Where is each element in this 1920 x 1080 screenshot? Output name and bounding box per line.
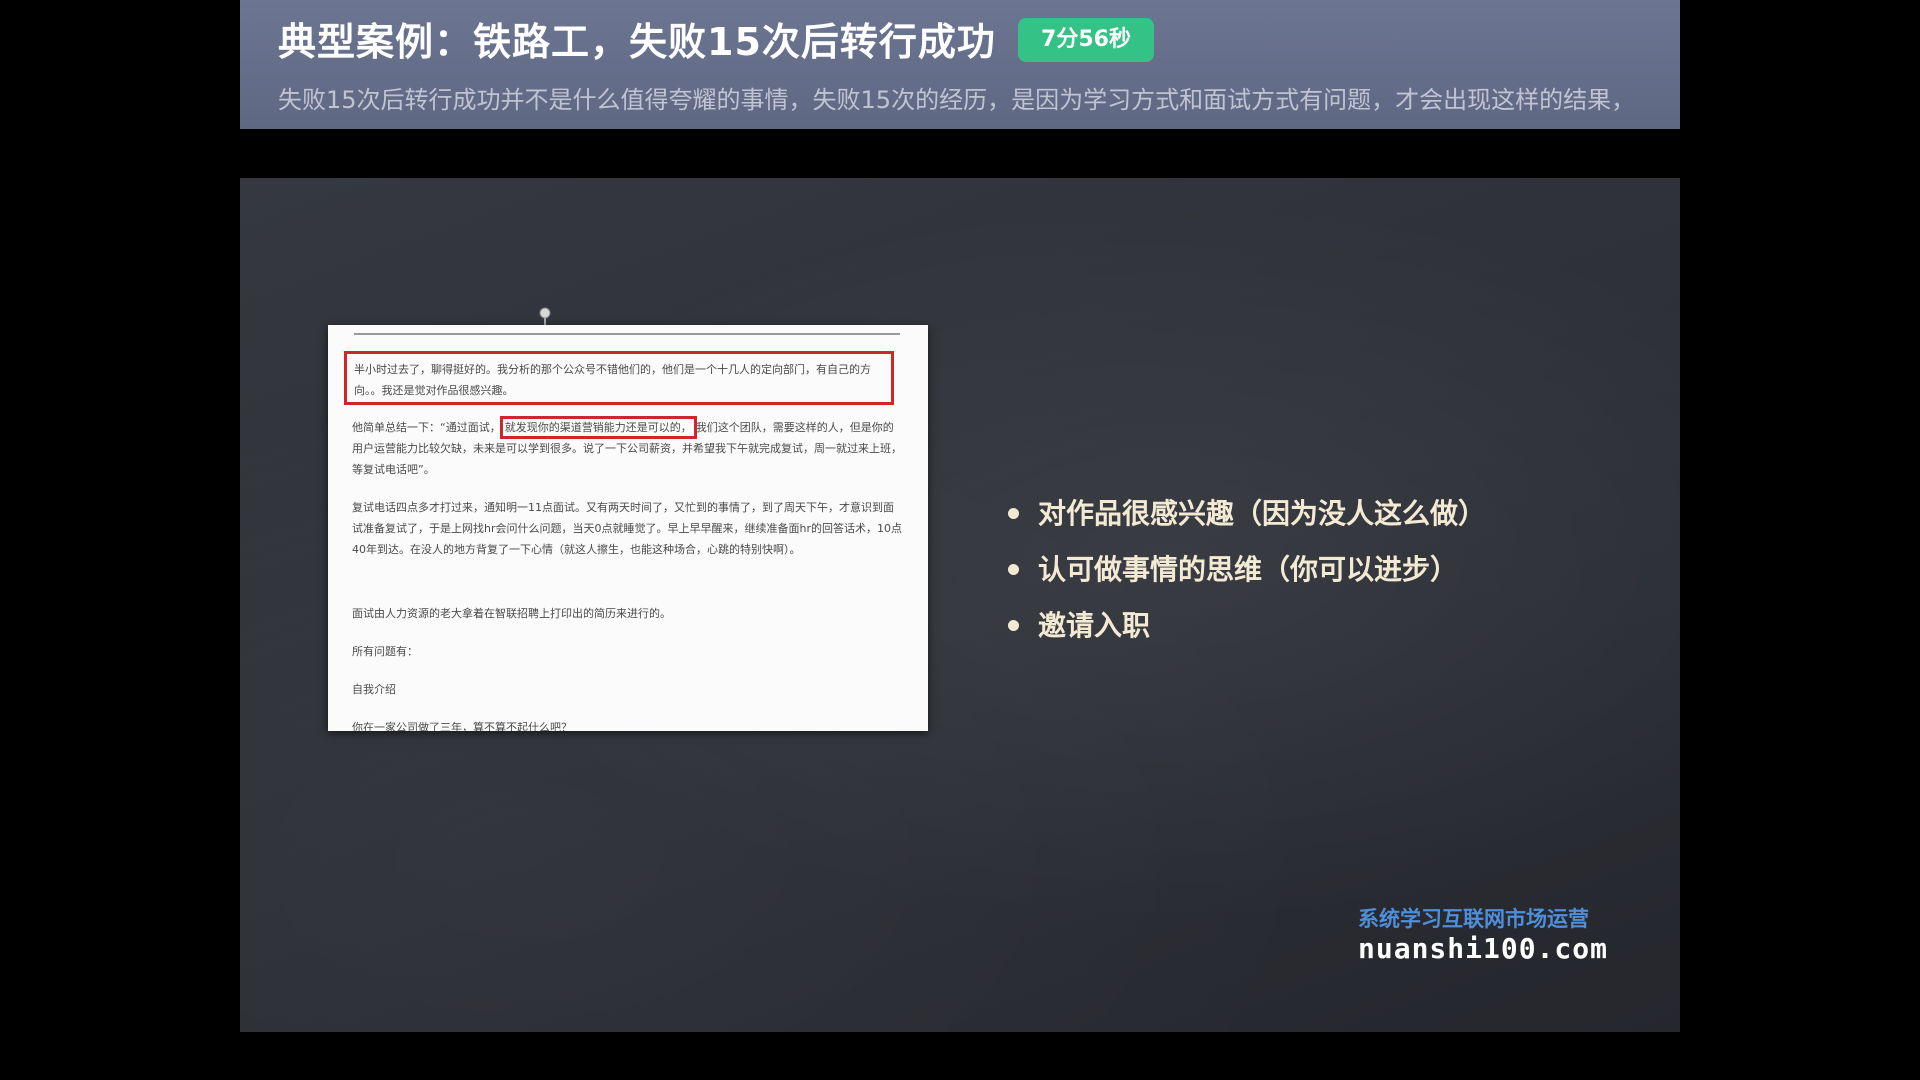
article-paragraph: 你在一家公司做了三年，算不算不起什么吧？	[352, 721, 572, 731]
bullet-text: 认可做事情的思维（你可以进步）	[1038, 553, 1459, 586]
article-paragraph: 面试由人力资源的老大拿着在智联招聘上打印出的简历来进行的。	[352, 607, 671, 620]
article-screenshot: 半小时过去了，聊得挺好的。我分析的那个公众号不错他们的，他们是一个十几人的定向部…	[328, 325, 928, 731]
bullet-item: 邀请入职	[1008, 598, 1486, 654]
bullet-dot-icon	[1008, 564, 1019, 575]
bullet-text: 邀请入职	[1038, 609, 1151, 642]
article-paragraph: 自我介绍	[352, 683, 396, 696]
video-title: 典型案例：铁路工，失败15次后转行成功	[278, 20, 996, 64]
watermark-url: nuanshi100.com	[1358, 932, 1609, 965]
duration-badge: 7分56秒	[1018, 18, 1154, 62]
bullet-dot-icon	[1008, 620, 1019, 631]
watermark-slogan: 系统学习互联网市场运营	[1358, 907, 1589, 931]
bullet-item: 认可做事情的思维（你可以进步）	[1008, 542, 1486, 598]
bullet-dot-icon	[1008, 508, 1019, 519]
article-paragraph: 他简单总结一下：“通过面试， 就发现你的渠道营销能力还是可以的， 我们这个团队，需要…	[352, 416, 902, 480]
article-paragraph: 所有问题有：	[352, 645, 418, 658]
highlighted-phrase: 就发现你的渠道营销能力还是可以的，	[499, 416, 697, 439]
video-description: 失败15次后转行成功并不是什么值得夸耀的事情，失败15次的经历，是因为学习方式和…	[278, 86, 1636, 114]
article-paragraph: 复试电话四点多才打过来，通知明一11点面试。又有两天时间了，又忙到的事情了，到了…	[352, 501, 902, 556]
slide-canvas: 半小时过去了，聊得挺好的。我分析的那个公众号不错他们的，他们是一个十几人的定向部…	[240, 178, 1680, 1032]
video-header: 典型案例：铁路工，失败15次后转行成功 7分56秒 失败15次后转行成功并不是什…	[240, 0, 1680, 129]
article-text: 他简单总结一下：“通过面试，	[352, 421, 501, 434]
bullet-list: 对作品很感兴趣（因为没人这么做） 认可做事情的思维（你可以进步） 邀请入职	[1008, 486, 1486, 654]
bullet-item: 对作品很感兴趣（因为没人这么做）	[1008, 486, 1486, 542]
bullet-text: 对作品很感兴趣（因为没人这么做）	[1038, 497, 1487, 530]
divider	[354, 333, 900, 335]
highlight-box	[344, 351, 894, 405]
